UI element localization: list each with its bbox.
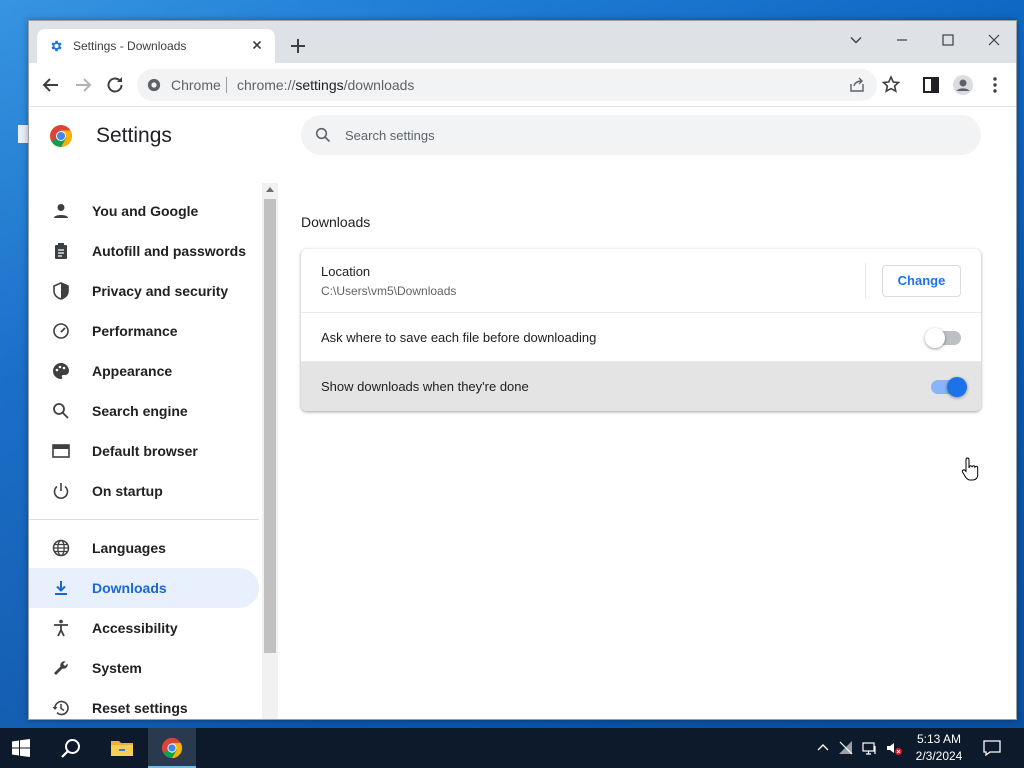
minimize-icon — [897, 39, 907, 41]
side-panel-icon[interactable] — [919, 73, 943, 97]
globe-icon — [52, 539, 70, 557]
chrome-window: Settings - Downloads Chrome chrome://set… — [28, 20, 1017, 720]
search-icon — [315, 127, 331, 143]
new-tab-icon[interactable] — [287, 35, 309, 57]
nav-default-browser[interactable]: Default browser — [29, 431, 259, 471]
back-arrow-icon[interactable] — [39, 73, 63, 97]
clock-time: 5:13 AM — [916, 732, 962, 746]
chrome-logo-icon — [161, 737, 183, 759]
chrome-logo-icon — [50, 125, 72, 147]
nav-reset-settings[interactable]: Reset settings — [29, 688, 259, 719]
wrench-icon — [54, 661, 68, 675]
hand-cursor-icon — [961, 457, 979, 481]
tab-settings-downloads[interactable]: Settings - Downloads — [37, 29, 275, 63]
chrome-taskbar-button[interactable] — [148, 728, 196, 768]
settings-page: Settings You and Google Autofill and pas… — [29, 108, 1016, 719]
scroll-up-arrow[interactable] — [266, 187, 274, 192]
tab-strip: Settings - Downloads — [29, 21, 1016, 63]
close-tab-icon[interactable] — [249, 37, 265, 53]
show-hidden-icons-icon[interactable] — [815, 740, 831, 756]
url-text: chrome://settings/downloads — [237, 77, 415, 93]
settings-sidebar: You and Google Autofill and passwords Pr… — [29, 170, 263, 719]
file-explorer-icon[interactable] — [110, 738, 134, 758]
section-title-downloads: Downloads — [301, 214, 371, 230]
nav-performance[interactable]: Performance — [29, 311, 259, 351]
volume-muted-icon[interactable] — [886, 740, 902, 756]
settings-gear-icon — [51, 40, 62, 52]
search-icon[interactable] — [60, 737, 82, 759]
downloads-card: Location C:\Users\vm5\Downloads Change A… — [301, 249, 981, 411]
location-path: C:\Users\vm5\Downloads — [321, 284, 457, 298]
power-icon — [53, 483, 69, 499]
show-downloads-label: Show downloads when they're done — [321, 379, 529, 394]
taskbar-clock[interactable]: 5:13 AM 2/3/2024 — [906, 731, 972, 765]
location-row: Location C:\Users\vm5\Downloads Change — [301, 249, 981, 313]
omnibox-chip: Chrome — [171, 77, 221, 93]
nav-on-startup[interactable]: On startup — [29, 471, 259, 511]
chrome-site-icon — [147, 78, 161, 92]
maximize-button[interactable] — [925, 25, 971, 55]
windows-start-icon[interactable] — [12, 739, 30, 757]
location-label: Location — [321, 264, 371, 279]
tab-title: Settings - Downloads — [73, 39, 187, 53]
nav-accessibility[interactable]: Accessibility — [29, 608, 259, 648]
person-icon — [54, 204, 68, 218]
settings-header: Settings — [49, 124, 249, 154]
history-icon — [52, 700, 69, 716]
palette-icon — [53, 363, 69, 379]
search-icon — [53, 403, 69, 419]
reload-icon[interactable] — [103, 73, 127, 97]
browser-toolbar: Chrome chrome://settings/downloads — [29, 63, 1016, 107]
chevron-down-icon — [850, 37, 862, 44]
show-downloads-row[interactable]: Show downloads when they're done — [301, 362, 981, 411]
windows-taskbar: 5:13 AM 2/3/2024 — [0, 728, 1024, 768]
nav-privacy-security[interactable]: Privacy and security — [29, 271, 259, 311]
address-bar[interactable]: Chrome chrome://settings/downloads — [137, 69, 877, 101]
sidebar-scrollbar[interactable] — [262, 183, 278, 719]
nav-you-and-google[interactable]: You and Google — [29, 191, 259, 231]
tab-search-button[interactable] — [833, 25, 879, 55]
network-icon[interactable] — [862, 740, 878, 756]
settings-title: Settings — [96, 124, 172, 147]
accessibility-icon — [54, 619, 68, 637]
close-window-button[interactable] — [971, 25, 1016, 55]
bookmark-star-icon[interactable] — [879, 73, 903, 97]
show-downloads-toggle[interactable] — [931, 377, 967, 397]
maximize-icon — [942, 34, 954, 46]
download-icon — [55, 581, 67, 595]
more-menu-icon[interactable] — [983, 73, 1007, 97]
forward-arrow-icon[interactable] — [71, 73, 95, 97]
nav-system[interactable]: System — [29, 648, 259, 688]
nav-search-engine[interactable]: Search engine — [29, 391, 259, 431]
ask-where-row[interactable]: Ask where to save each file before downl… — [301, 313, 981, 362]
ask-where-toggle[interactable] — [925, 328, 961, 348]
clock-date: 2/3/2024 — [915, 749, 963, 763]
search-settings-input[interactable] — [345, 124, 945, 146]
nav-downloads[interactable]: Downloads — [29, 568, 259, 608]
shield-icon — [53, 282, 69, 300]
notifications-icon[interactable] — [983, 739, 1001, 757]
change-location-button[interactable]: Change — [882, 265, 961, 297]
network-disconnected-icon[interactable] — [838, 740, 854, 756]
search-settings-field[interactable] — [301, 115, 981, 155]
speedometer-icon — [53, 323, 69, 339]
share-icon[interactable] — [849, 77, 865, 93]
nav-autofill[interactable]: Autofill and passwords — [29, 231, 259, 271]
profile-avatar-icon[interactable] — [951, 73, 975, 97]
nav-languages[interactable]: Languages — [29, 528, 259, 568]
ask-where-label: Ask where to save each file before downl… — [321, 330, 597, 345]
nav-divider — [29, 519, 259, 520]
close-icon — [988, 34, 1000, 46]
nav-appearance[interactable]: Appearance — [29, 351, 259, 391]
browser-icon — [52, 444, 70, 458]
scrollbar-thumb[interactable] — [264, 199, 276, 653]
minimize-button[interactable] — [879, 25, 925, 55]
clipboard-icon — [55, 243, 67, 259]
